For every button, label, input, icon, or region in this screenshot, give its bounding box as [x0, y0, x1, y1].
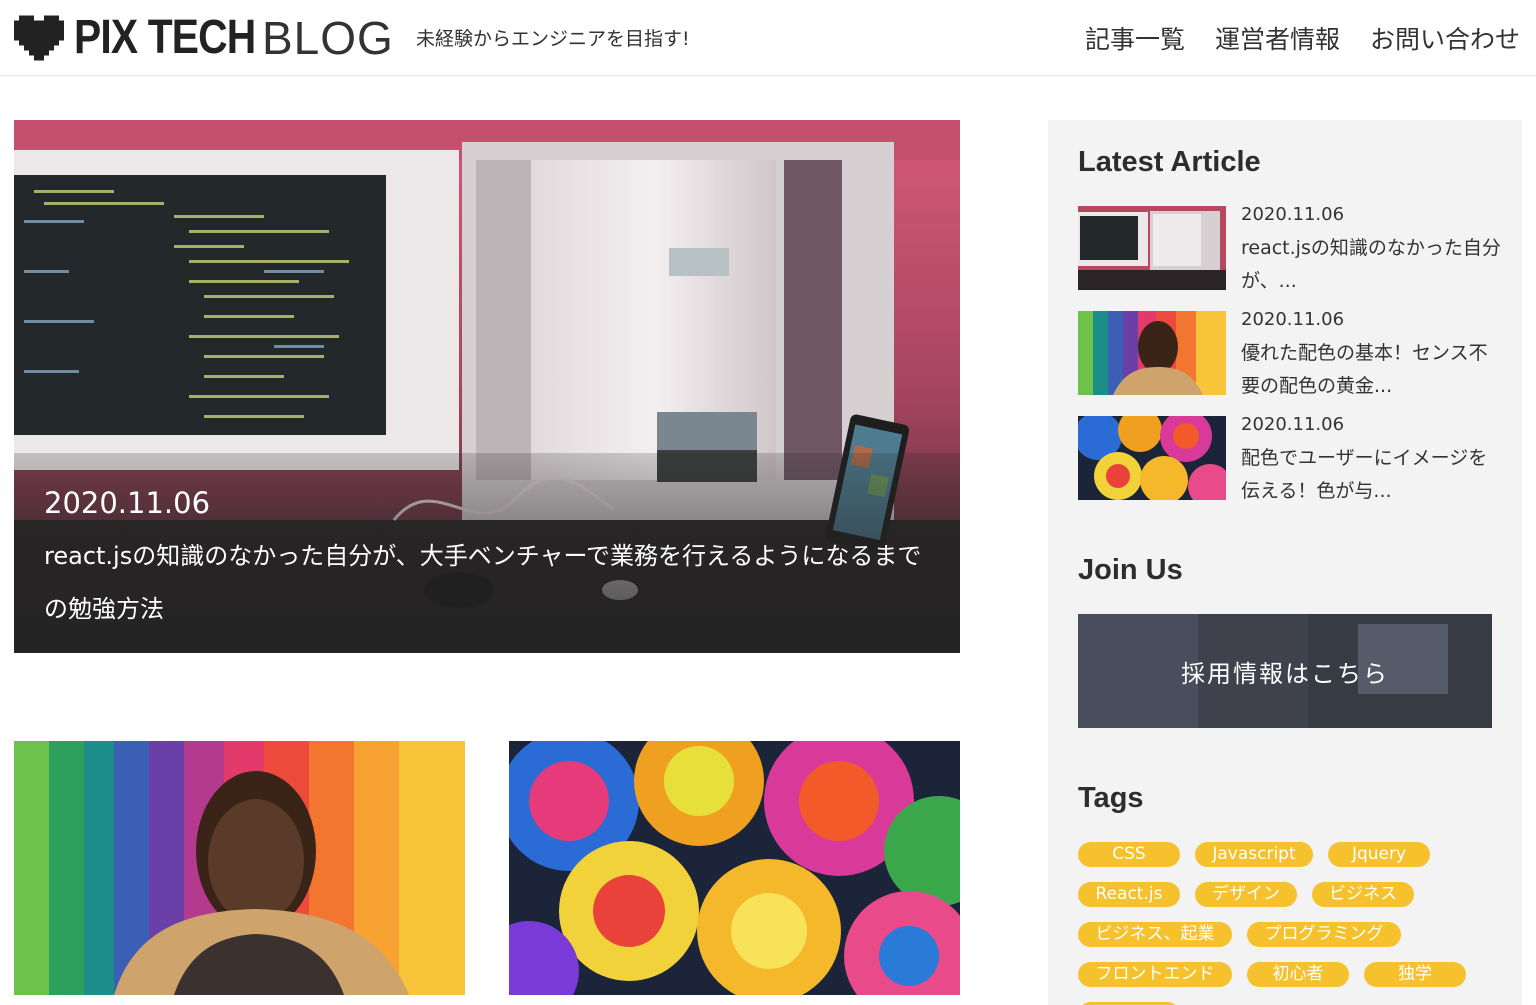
tag-chip[interactable]: 初心者 — [1247, 962, 1349, 987]
tag-chip[interactable]: Javascript — [1195, 842, 1313, 867]
latest-item[interactable]: 2020.11.06 配色でユーザーにイメージを伝える！色が与... — [1078, 414, 1498, 502]
latest-date: 2020.11.06 — [1241, 309, 1345, 330]
article-card-2[interactable] — [509, 741, 960, 995]
nav-articles[interactable]: 記事一覧 — [1085, 20, 1185, 56]
site-tagline: 未経験からエンジニアを目指す! — [416, 28, 690, 50]
tag-chip[interactable]: フロントエンド — [1078, 962, 1232, 987]
latest-item[interactable]: 2020.11.06 優れた配色の基本！センス不要の配色の黄金... — [1078, 309, 1498, 397]
tag-chip[interactable]: デザイン — [1195, 882, 1297, 907]
latest-title: react.jsの知識のなかった自分が、... — [1241, 237, 1501, 292]
tag-chip[interactable]: ビジネス — [1312, 882, 1414, 907]
tag-chip[interactable]: プログラミング — [1247, 922, 1401, 947]
tag-chip[interactable]: React.js — [1078, 882, 1180, 907]
latest-item[interactable]: 2020.11.06 react.jsの知識のなかった自分が、... — [1078, 204, 1501, 292]
tag-chip[interactable]: Jquery — [1328, 842, 1430, 867]
join-banner[interactable]: 採用情報はこちら — [1078, 614, 1492, 728]
latest-title: 優れた配色の基本！センス不要の配色の黄金... — [1241, 342, 1488, 397]
logo-text: PIX TECH — [74, 11, 256, 64]
site-header: PIX TECH BLOG 未経験からエンジニアを目指す! 記事一覧 運営者情報… — [0, 0, 1536, 76]
rainbow-wall-image — [14, 741, 465, 995]
tag-chip[interactable]: ビジネス、起業 — [1078, 922, 1232, 947]
pixel-heart-icon — [14, 15, 64, 61]
site-logo[interactable]: PIX TECH — [14, 14, 287, 62]
nav-about[interactable]: 運営者情報 — [1215, 20, 1340, 56]
latest-thumb — [1078, 206, 1226, 290]
tag-chip[interactable]: CSS — [1078, 842, 1180, 867]
join-heading: Join Us — [1078, 554, 1183, 586]
latest-thumb — [1078, 311, 1226, 395]
latest-date: 2020.11.06 — [1241, 414, 1345, 435]
rainbow-roses-image — [509, 741, 960, 995]
join-label: 採用情報はこちら — [1181, 660, 1389, 688]
tags-heading: Tags — [1078, 782, 1144, 814]
sidebar: Latest Article 2020.11.06 react.jsの知識のなか… — [1048, 120, 1522, 1005]
main-nav: 記事一覧 運営者情報 お問い合わせ — [1085, 20, 1520, 56]
hero-date: 2020.11.06 — [44, 486, 211, 520]
logo-suffix: BLOG — [262, 12, 394, 64]
nav-contact[interactable]: お問い合わせ — [1370, 20, 1520, 56]
tag-chip[interactable]: 独学 — [1364, 962, 1466, 987]
latest-date: 2020.11.06 — [1241, 204, 1345, 225]
article-card-1[interactable] — [14, 741, 465, 995]
latest-title: 配色でユーザーにイメージを伝える！色が与... — [1241, 447, 1488, 502]
hero-article[interactable]: 2020.11.06 react.jsの知識のなかった自分が、大手ベンチャーで業… — [14, 120, 960, 653]
latest-heading: Latest Article — [1078, 146, 1261, 178]
latest-thumb — [1078, 416, 1226, 500]
hero-title[interactable]: react.jsの知識のなかった自分が、大手ベンチャーで業務を行えるようになるま… — [44, 530, 934, 636]
